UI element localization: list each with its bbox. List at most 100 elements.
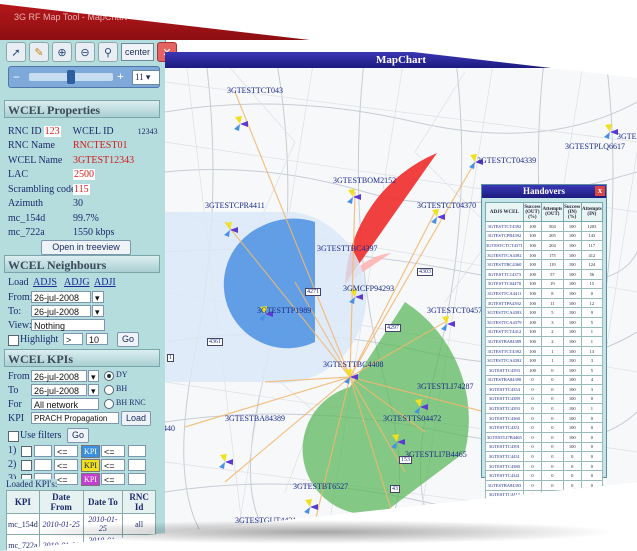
- pointer-icon[interactable]: ➚: [6, 42, 26, 62]
- wcel-neighbours-header[interactable]: WCEL Neighbours: [4, 255, 160, 273]
- site-label[interactable]: 3GTESTLI74287: [417, 382, 473, 391]
- table-row[interactable]: 3GTESTBA84389 100 2 100 1: [485, 336, 604, 347]
- table-row[interactable]: 3GTESTTBC4360 100 119 100 124: [485, 259, 604, 270]
- table-row[interactable]: 3GTESTTC4431 0 0 0 0: [485, 451, 604, 462]
- highlight-operator[interactable]: >: [63, 333, 83, 345]
- kpi-from-picker[interactable]: ▾: [88, 370, 99, 382]
- center-button[interactable]: center: [121, 43, 155, 61]
- filter-checkbox[interactable]: [21, 446, 32, 457]
- kpi-for-select[interactable]: All network: [31, 398, 99, 410]
- filter-kpi[interactable]: KPI: [81, 445, 100, 458]
- table-row[interactable]: 3GTESTTC4393 100 0 100 5: [485, 364, 604, 376]
- kpi-to-picker[interactable]: ▾: [88, 384, 99, 396]
- highlight-value[interactable]: 10: [86, 333, 108, 345]
- filter-min[interactable]: [34, 445, 52, 457]
- site-label[interactable]: 3GTESTCPR4411: [205, 201, 265, 210]
- table-row[interactable]: 3GTESTTCA4379 100 3 100 5: [485, 316, 604, 328]
- open-treeview-button[interactable]: Open in treeview: [41, 240, 131, 255]
- filter-max[interactable]: [128, 445, 146, 457]
- table-row[interactable]: 3GTESTTCT4392 100 504 100 1203: [485, 221, 604, 232]
- zoom-plus-icon[interactable]: +: [117, 69, 124, 84]
- filter-max[interactable]: [128, 473, 146, 485]
- site-label[interactable]: 3GTESTTP1989: [257, 306, 311, 315]
- neigh-to-picker[interactable]: ▾: [92, 305, 104, 317]
- neigh-from-picker[interactable]: ▾: [92, 291, 104, 303]
- table-row[interactable]: 3GTESTBA84390 0 0 100 4: [485, 374, 604, 386]
- highlight-go-button[interactable]: Go: [117, 332, 139, 347]
- zoom-out-icon[interactable]: ⊖: [75, 42, 95, 62]
- site-label[interactable]: 3GTESTTBC4397: [317, 244, 377, 253]
- filter-min[interactable]: [34, 459, 52, 471]
- table-row[interactable]: 3GTESTTPA4392 100 11 100 12: [485, 297, 604, 309]
- site-label[interactable]: 3GTESTTBC4408: [323, 360, 383, 369]
- pencil-icon[interactable]: ✎: [29, 42, 49, 62]
- site-label[interactable]: 4440: [165, 424, 175, 433]
- filter-checkbox[interactable]: [21, 460, 32, 471]
- site-label[interactable]: 3GTESTTS04472: [383, 414, 441, 423]
- table-row[interactable]: 3GTESTTC4393 0 0 100 1: [485, 403, 604, 414]
- site-label[interactable]: 3GTESTCT04339: [477, 156, 536, 165]
- zoom-level-select[interactable]: 11 ▾: [132, 70, 160, 85]
- table-row[interactable]: 3GTESTTC4354 0 0 100 3: [485, 384, 604, 395]
- table-row[interactable]: 3GTESTTCA4392 100 175 100 412: [485, 249, 604, 261]
- filter-op[interactable]: <=: [54, 459, 78, 471]
- zoom-minus-icon[interactable]: −: [13, 70, 20, 85]
- table-row[interactable]: 3GTESTTCA4392 100 1 100 3: [485, 355, 604, 366]
- table-row[interactable]: 3GTESTTCT4392 100 1 100 13: [485, 345, 604, 357]
- table-row[interactable]: 3GTESTTC4391 0 0 100 0: [485, 441, 604, 453]
- table-row[interactable]: 3GTESTLI7B4465 0 0 100 0: [485, 432, 604, 443]
- filters-go-button[interactable]: Go: [67, 428, 89, 443]
- table-row[interactable]: 3GTESTTCA4393 100 5 100 9: [485, 307, 604, 318]
- table-row[interactable]: 3GTESTTC04470 100 19 100 15: [485, 278, 604, 290]
- filter-op[interactable]: <=: [54, 473, 78, 485]
- site-label[interactable]: 3GTESTCT04571: [427, 306, 486, 315]
- site-label[interactable]: 3GTESTBA84389: [225, 414, 285, 423]
- kpi-load-button[interactable]: Load: [121, 411, 151, 426]
- site-label[interactable]: 3GTESTLI7B4465: [405, 450, 467, 459]
- site-label[interactable]: 3GTESTCT04370: [417, 201, 476, 210]
- site-label[interactable]: 3GTESTOCI: [617, 132, 637, 141]
- binoculars-icon[interactable]: ⚲: [98, 42, 118, 62]
- zoom-in-icon[interactable]: ⊕: [52, 42, 72, 62]
- table-row[interactable]: 3GTESTTC4412 0 0 0 0: [485, 489, 604, 501]
- filter-op[interactable]: <=: [54, 445, 78, 457]
- neigh-from-date[interactable]: 26-jul-2008: [31, 291, 91, 303]
- filter-max[interactable]: [128, 459, 146, 471]
- table-row[interactable]: 3GTESTTCT4412 100 2 100 1: [485, 326, 604, 338]
- view-select[interactable]: Nothing: [31, 319, 105, 331]
- table-row[interactable]: 3GTESTTC4380 0 0 0 0: [485, 460, 604, 472]
- site-label[interactable]: 3GTESTTCT043: [227, 86, 283, 95]
- kpi-select[interactable]: PRACH Propagation: [31, 412, 119, 424]
- radio-bh-rnc[interactable]: [104, 399, 114, 409]
- highlight-checkbox[interactable]: [8, 335, 19, 346]
- table-row[interactable]: 3GTESTCPR4392 100 205 100 143: [485, 230, 604, 242]
- filter-op2[interactable]: <=: [101, 473, 125, 485]
- adji-link[interactable]: ADJI: [94, 277, 116, 288]
- wcel-kpis-header[interactable]: WCEL KPIs: [4, 349, 160, 367]
- adjg-link[interactable]: ADJG: [64, 277, 90, 288]
- table-row[interactable]: 3GTESTCTCT4371 100 204 100 117: [485, 240, 604, 251]
- radio-bh[interactable]: [104, 385, 114, 395]
- zoom-slider[interactable]: − + 11 ▾: [8, 66, 160, 88]
- site-label[interactable]: 3GTESTBOM2152: [333, 176, 396, 185]
- neigh-to-date[interactable]: 26-jul-2008: [31, 305, 91, 317]
- table-row[interactable]: 3GTESTTC4341 0 0 0 0: [485, 470, 604, 482]
- radio-dy[interactable]: [104, 371, 114, 381]
- handovers-popup[interactable]: Handovers x ADJS WCEL Success (OUT) (%) A…: [481, 184, 607, 501]
- table-row[interactable]: 3GTESTTC4360 0 0 100 0: [485, 412, 604, 424]
- table-row[interactable]: 3GTESTTC4351 0 0 100 0: [485, 422, 604, 434]
- table-row[interactable]: 3GTESTTCA4411 100 8 100 0: [485, 288, 604, 299]
- zoom-thumb[interactable]: [67, 70, 75, 84]
- table-row[interactable]: 3GTESTBA84393 0 0 0 0: [485, 480, 604, 491]
- wcel-properties-header[interactable]: WCEL Properties: [4, 100, 160, 118]
- site-label[interactable]: 3GMCFP94293: [343, 284, 394, 293]
- close-icon[interactable]: x: [595, 186, 605, 196]
- site-label[interactable]: 3GTESTBT6527: [293, 482, 348, 491]
- filter-kpi[interactable]: KPI: [81, 459, 100, 472]
- table-row[interactable]: 3GTESTTC14373 100 57 100 56: [485, 268, 604, 280]
- use-filters-checkbox[interactable]: [8, 431, 19, 442]
- kpi-to-date[interactable]: 26-jul-2008: [31, 384, 87, 396]
- filter-op2[interactable]: <=: [101, 445, 125, 457]
- filter-kpi[interactable]: KPI: [81, 473, 100, 486]
- table-row[interactable]: 3GTESTTC4389 0 0 100 0: [485, 393, 604, 405]
